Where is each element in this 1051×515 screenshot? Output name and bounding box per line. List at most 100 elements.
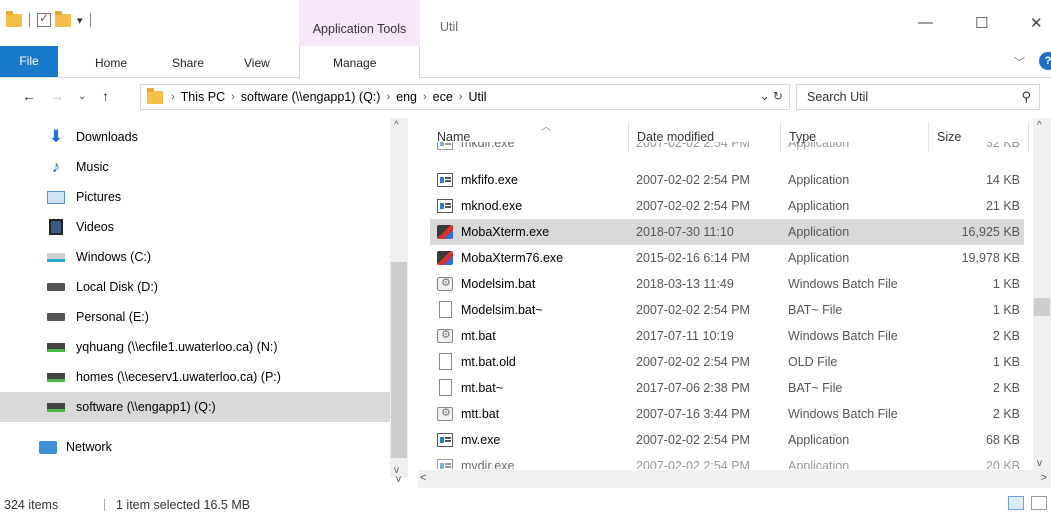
table-row[interactable]: Modelsim.bat~ 2007-02-02 2:54 PM BAT~ Fi… (430, 297, 1024, 323)
table-row[interactable]: mvdir.exe 2007-02-02 2:54 PM Application… (430, 453, 1024, 469)
scroll-down-icon[interactable]: v (396, 474, 401, 485)
customize-toolbar-icon[interactable]: ▾ (77, 14, 83, 27)
table-row[interactable]: mt.bat~ 2017-07-06 2:38 PM BAT~ File 2 K… (430, 375, 1024, 401)
scroll-down-icon[interactable]: v (1037, 458, 1042, 469)
tab-home[interactable]: Home (95, 56, 127, 70)
tab-view[interactable]: View (244, 56, 270, 70)
expand-ribbon-icon[interactable]: ﹀ (1014, 54, 1025, 70)
nav-item-label: Network (66, 440, 112, 454)
breadcrumb-software[interactable]: software (\\engapp1) (Q:) (241, 90, 381, 104)
nav-item-label: Local Disk (D:) (76, 280, 158, 294)
nav-item-downloads[interactable]: ⬇ Downloads (0, 122, 390, 152)
nav-item-network[interactable]: Network (0, 432, 390, 462)
scroll-left-icon[interactable]: < (420, 472, 426, 484)
file-size: 2 KB (992, 381, 1020, 395)
help-icon[interactable]: ? (1039, 52, 1051, 70)
table-row[interactable]: mkdir.exe 2007-02-02 2:54 PM Application… (430, 142, 1024, 156)
tab-file[interactable]: File (0, 46, 58, 77)
nav-pane-scrollbar[interactable]: ^ v (390, 118, 408, 478)
scroll-right-icon[interactable]: > (1041, 472, 1047, 484)
file-type: BAT~ File (788, 381, 843, 395)
tab-manage[interactable]: Manage (333, 56, 376, 70)
file-name: mt.bat~ (461, 381, 504, 395)
folder-icon (6, 10, 22, 27)
large-icons-view-icon[interactable] (1031, 496, 1047, 510)
file-name: Modelsim.bat~ (461, 303, 543, 317)
nav-item-software-q[interactable]: software (\\engapp1) (Q:) (0, 392, 390, 422)
item-count: 324 items (4, 498, 59, 512)
network-icon (38, 439, 58, 455)
table-row[interactable]: Modelsim.bat 2018-03-13 11:49 Windows Ba… (430, 271, 1024, 297)
scrollbar-thumb[interactable] (1034, 298, 1050, 316)
table-row[interactable]: MobaXterm.exe 2018-07-30 11:10 Applicati… (430, 219, 1024, 245)
chevron-right-icon[interactable]: › (231, 91, 235, 103)
nav-item-local-disk-d[interactable]: Local Disk (D:) (0, 272, 390, 302)
chevron-right-icon[interactable]: › (423, 91, 427, 103)
file-list: Name ︿ Date modified Type Size mkdir.exe… (418, 118, 1051, 478)
table-row[interactable]: MobaXterm76.exe 2015-02-16 6:14 PM Appli… (430, 245, 1024, 271)
table-row[interactable]: mknod.exe 2007-02-02 2:54 PM Application… (430, 193, 1024, 219)
file-date: 2007-02-02 2:54 PM (636, 142, 750, 150)
nav-item-yqhuang-n[interactable]: yqhuang (\\ecfile1.uwaterloo.ca) (N:) (0, 332, 390, 362)
breadcrumb-util[interactable]: Util (468, 90, 486, 104)
file-date: 2007-02-02 2:54 PM (636, 303, 750, 317)
nav-item-homes-p[interactable]: homes (\\eceserv1.uwaterloo.ca) (P:) (0, 362, 390, 392)
folder-icon (147, 87, 163, 104)
application-icon (437, 459, 453, 469)
search-icon[interactable]: ⚲ (1021, 89, 1031, 105)
file-size: 1 KB (992, 277, 1020, 291)
chevron-right-icon[interactable]: › (459, 91, 463, 103)
recent-locations-icon[interactable]: ⌄ (78, 91, 86, 102)
table-row[interactable]: mkfifo.exe 2007-02-02 2:54 PM Applicatio… (430, 167, 1024, 193)
breadcrumb-this-pc[interactable]: This PC (181, 90, 225, 104)
minimize-icon[interactable]: — (918, 14, 933, 31)
toolbar-divider (29, 13, 30, 27)
up-arrow-icon[interactable]: ↑ (102, 88, 109, 104)
forward-arrow-icon[interactable]: → (50, 88, 64, 104)
nav-item-personal-e[interactable]: Personal (E:) (0, 302, 390, 332)
search-input[interactable]: Search Util ⚲ (796, 84, 1040, 110)
nav-item-pictures[interactable]: Pictures (0, 182, 390, 212)
nav-item-windows-c[interactable]: Windows (C:) (0, 242, 390, 272)
disk-icon (46, 279, 66, 295)
table-row[interactable]: mt.bat 2017-07-11 10:19 Windows Batch Fi… (430, 323, 1024, 349)
chevron-right-icon[interactable]: › (386, 91, 390, 103)
breadcrumb-ece[interactable]: ece (433, 90, 453, 104)
column-divider[interactable] (1028, 122, 1029, 152)
details-view-icon[interactable] (1008, 496, 1024, 510)
scroll-up-icon[interactable]: ^ (1037, 120, 1042, 131)
scroll-up-icon[interactable]: ^ (394, 120, 399, 131)
horizontal-scrollbar[interactable]: < > (418, 470, 1051, 488)
file-name: mvdir.exe (461, 459, 515, 469)
nav-item-label: Windows (C:) (76, 250, 152, 264)
maximize-icon[interactable]: ☐ (975, 14, 988, 32)
nav-item-music[interactable]: ♪ Music (0, 152, 390, 182)
context-tab-header: Application Tools (299, 0, 420, 46)
file-size: 21 KB (985, 199, 1020, 213)
nav-item-videos[interactable]: Videos (0, 212, 390, 242)
breadcrumb-eng[interactable]: eng (396, 90, 417, 104)
nav-item-label: Music (76, 160, 109, 174)
properties-icon[interactable] (37, 11, 51, 27)
file-list-scrollbar[interactable]: ^ v (1033, 118, 1051, 473)
file-size: 16,925 KB (961, 225, 1020, 239)
chevron-right-icon[interactable]: › (171, 91, 175, 103)
scrollbar-track[interactable] (438, 473, 1023, 485)
quick-access-toolbar: ▾ (6, 10, 94, 27)
mobaxterm-icon (437, 225, 453, 239)
file-type: BAT~ File (788, 303, 843, 317)
address-bar[interactable]: › This PC › software (\\engapp1) (Q:) › … (140, 84, 790, 110)
close-icon[interactable]: ✕ (1030, 14, 1043, 32)
batch-file-icon (437, 406, 453, 421)
table-row[interactable]: mv.exe 2007-02-02 2:54 PM Application 68… (430, 427, 1024, 453)
file-size: 2 KB (992, 329, 1020, 343)
new-folder-icon[interactable] (55, 10, 71, 27)
file-type: Application (788, 433, 850, 447)
table-row[interactable]: mtt.bat 2007-07-16 3:44 PM Windows Batch… (430, 401, 1024, 427)
tab-share[interactable]: Share (172, 56, 204, 70)
back-arrow-icon[interactable]: ← (22, 88, 36, 104)
file-date: 2018-07-30 11:10 (636, 225, 734, 239)
refresh-icon[interactable]: ⌄ ↻ (760, 89, 783, 103)
table-row[interactable]: mt.bat.old 2007-02-02 2:54 PM OLD File 1… (430, 349, 1024, 375)
scrollbar-thumb[interactable] (391, 262, 407, 458)
